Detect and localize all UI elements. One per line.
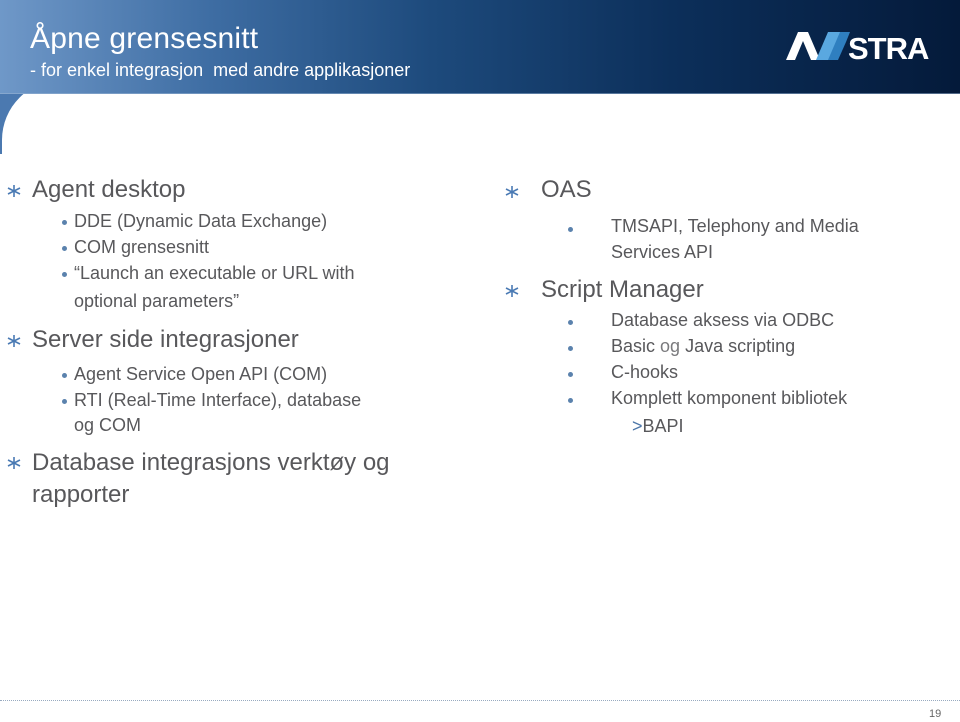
- star-bullet-icon: [505, 285, 519, 297]
- list-item: Agent Service Open API (COM): [74, 364, 328, 384]
- star-bullet-icon: [7, 457, 21, 469]
- list-item: Database aksess via ODBC: [611, 310, 835, 330]
- list-item-continuation: Services API: [611, 242, 714, 262]
- logo-mark: [786, 32, 850, 60]
- list-item-continuation: optional parameters”: [74, 291, 240, 311]
- header-corner-curve: [0, 94, 60, 154]
- bullet-dot: [62, 246, 67, 251]
- section-heading-script-manager: Script Manager: [541, 276, 704, 303]
- header-divider: [0, 93, 960, 94]
- slide-subtitle: - for enkel integrasjon med andre applik…: [30, 60, 411, 80]
- list-item: DDE (Dynamic Data Exchange): [74, 211, 328, 231]
- section-heading-continuation: rapporter: [32, 481, 130, 508]
- bullet-dot: [568, 227, 573, 232]
- bullet-dot: [568, 372, 573, 377]
- bullet-dot: [568, 320, 573, 325]
- bullet-dot: [568, 346, 573, 351]
- section-heading-agent-desktop: Agent desktop: [32, 176, 186, 203]
- star-bullet-icon: [7, 185, 21, 197]
- list-item: C-hooks: [611, 362, 679, 382]
- slide-title: Åpne grensesnitt: [30, 22, 259, 55]
- item-text: Java scripting: [685, 336, 796, 356]
- section-heading-database-tools: Database integrasjons verktøy og: [32, 449, 390, 476]
- chevron-right-icon: >: [632, 416, 643, 436]
- list-item-continuation: og COM: [74, 415, 142, 435]
- bullet-dot: [62, 272, 67, 277]
- star-bullet-icon: [505, 186, 519, 198]
- aastra-logo: STRA: [786, 31, 930, 64]
- star-bullet-icon: [7, 335, 21, 347]
- page-number: 19: [929, 708, 942, 720]
- list-item: COM grensesnitt: [74, 237, 210, 257]
- list-item: “Launch an executable or URL with: [74, 263, 355, 283]
- bullet-dot: [568, 398, 573, 403]
- item-text: BAPI: [642, 416, 684, 436]
- sub-list-item: >BAPI: [632, 416, 684, 437]
- bullet-dot: [62, 220, 67, 225]
- item-text: og: [660, 336, 681, 356]
- footer-divider: [0, 700, 960, 701]
- list-item: Basic og Java scripting: [611, 336, 795, 357]
- list-item: Komplett komponent bibliotek: [611, 388, 848, 408]
- bullet-dot: [62, 373, 67, 378]
- section-heading-server-side: Server side integrasjoner: [32, 326, 299, 353]
- item-text: Basic: [611, 336, 656, 356]
- bullet-dot: [62, 399, 67, 404]
- list-item: TMSAPI, Telephony and Media: [611, 216, 859, 236]
- list-item: RTI (Real-Time Interface), database: [74, 390, 362, 410]
- svg-text:STRA: STRA: [848, 31, 929, 64]
- section-heading-oas: OAS: [541, 176, 592, 203]
